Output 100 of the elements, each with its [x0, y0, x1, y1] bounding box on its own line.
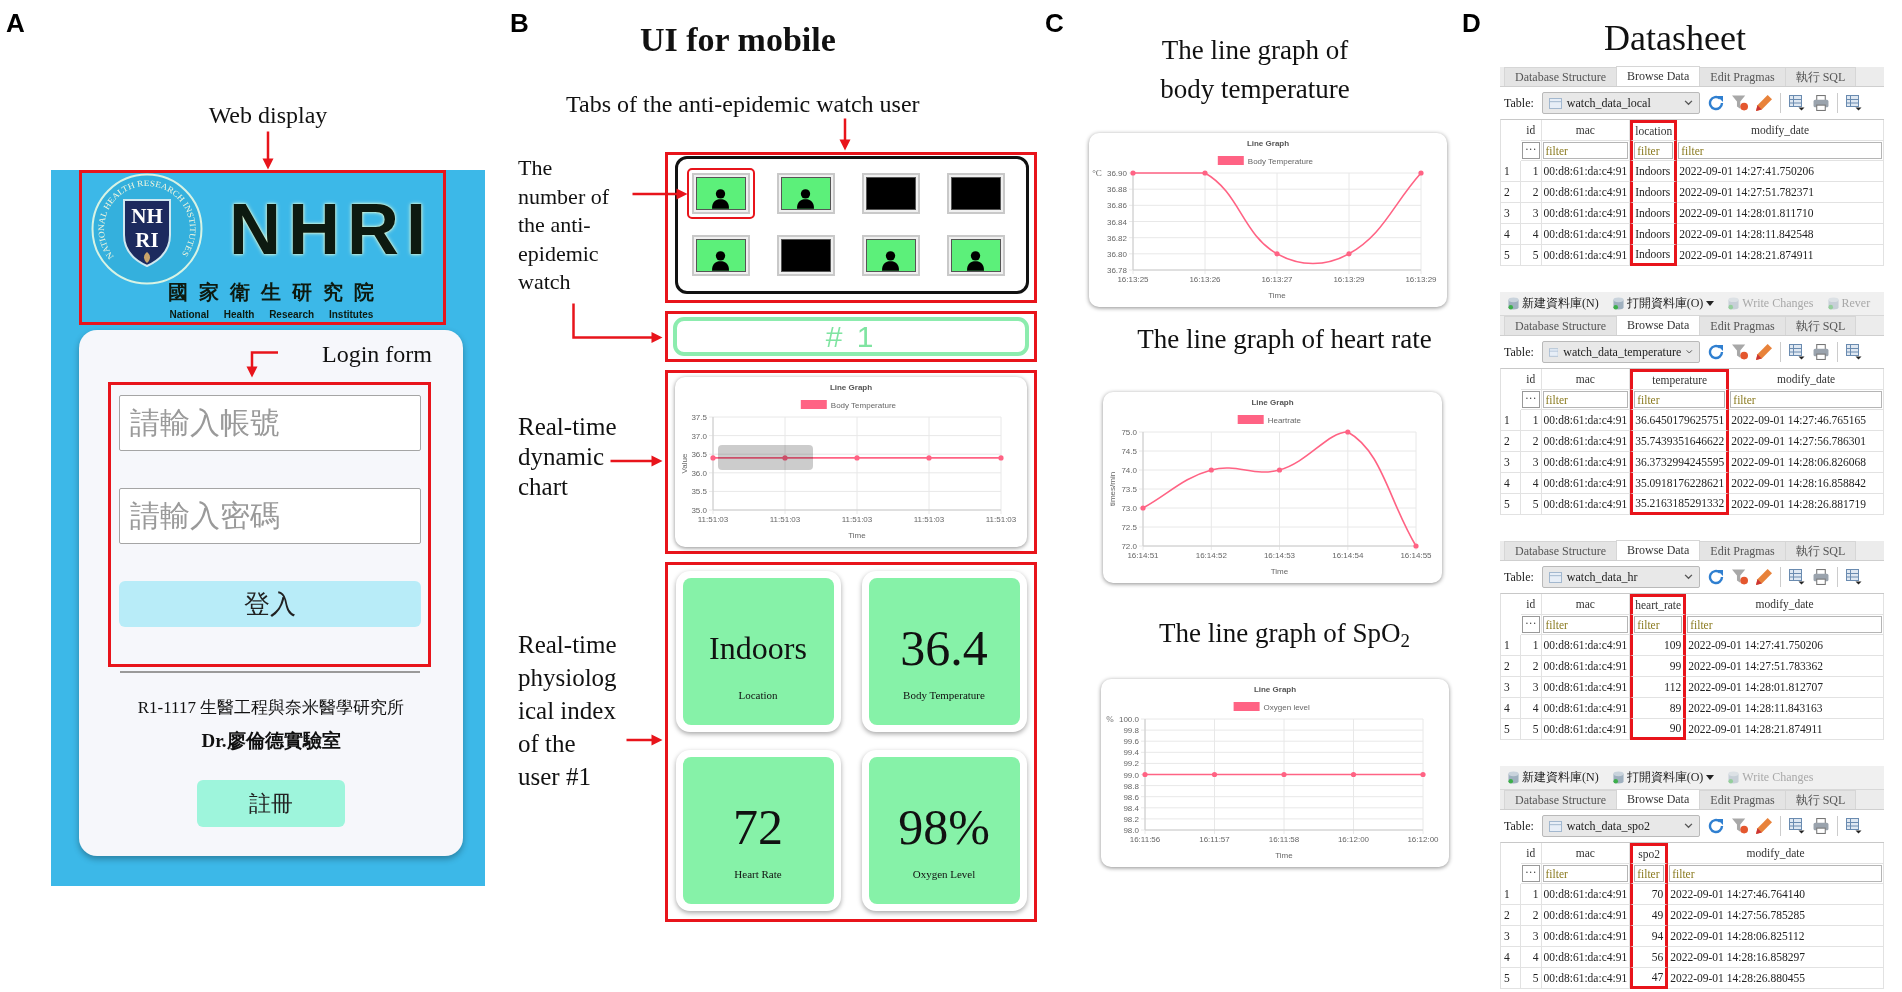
menu-button[interactable]: 打開資料庫(O)	[1612, 295, 1715, 312]
account-field[interactable]: 請輸入帳號	[119, 395, 421, 451]
filter-field[interactable]: filter	[1634, 616, 1683, 633]
table-cell: 2022-09-01 14:28:01.812707	[1686, 677, 1884, 698]
login-button[interactable]: 登入	[119, 581, 421, 627]
pencil-icon[interactable]	[1755, 569, 1772, 585]
tab[interactable]: Database Structure	[1504, 790, 1617, 809]
funnel-icon[interactable]	[1731, 95, 1748, 111]
column-header[interactable]: id	[1521, 369, 1542, 390]
column-header[interactable]: modify_date	[1668, 843, 1884, 864]
tab[interactable]: Browse Data	[1615, 315, 1701, 335]
register-button[interactable]: 註冊	[197, 780, 345, 827]
refresh-icon[interactable]	[1707, 569, 1724, 585]
database-icon	[1612, 297, 1624, 310]
column-header[interactable]: modify_date	[1686, 594, 1884, 615]
filter-field[interactable]: filter	[1542, 865, 1629, 882]
printer-icon[interactable]	[1812, 95, 1829, 111]
column-header[interactable]: mac	[1541, 120, 1631, 141]
sheet-icon[interactable]	[1788, 344, 1805, 360]
column-header[interactable]: mac	[1541, 369, 1631, 390]
row-number: 5	[1501, 719, 1521, 740]
filter-menu-button[interactable]: ···	[1522, 616, 1540, 633]
tab[interactable]: Edit Pragmas	[1699, 316, 1786, 335]
pencil-icon[interactable]	[1755, 344, 1772, 360]
tab[interactable]: Edit Pragmas	[1699, 541, 1786, 560]
sheet-icon[interactable]	[1845, 95, 1862, 111]
tab[interactable]: Database Structure	[1504, 316, 1617, 335]
table-dropdown[interactable]: watch_data_hr	[1541, 566, 1700, 588]
data-point	[1346, 251, 1352, 257]
row-number: 2	[1501, 905, 1521, 926]
caption: Real-time dynamic chart	[518, 412, 618, 502]
metric-label: Heart Rate	[734, 868, 782, 881]
column-header[interactable]: mac	[1541, 843, 1631, 864]
filter-menu-button[interactable]: ···	[1522, 865, 1540, 882]
pencil-icon[interactable]	[1755, 95, 1772, 111]
password-field[interactable]: 請輸入密碼	[119, 488, 421, 544]
tab[interactable]: Edit Pragmas	[1699, 790, 1786, 809]
tab[interactable]: Edit Pragmas	[1699, 67, 1786, 86]
sheet-icon[interactable]	[1788, 95, 1805, 111]
tab[interactable]: Database Structure	[1504, 67, 1617, 86]
table-dropdown[interactable]: watch_data_local	[1541, 92, 1700, 114]
filter-menu-button[interactable]: ···	[1522, 391, 1540, 408]
chart-title: Line Graph	[1253, 685, 1297, 694]
sheet-icon[interactable]	[1845, 818, 1862, 834]
column-header[interactable]: id	[1521, 843, 1542, 864]
logo-text: NHRI	[229, 189, 433, 269]
column-header[interactable]: mac	[1541, 594, 1631, 615]
row-number: 2	[1501, 656, 1521, 677]
sheet-icon[interactable]	[1845, 344, 1862, 360]
sheet-icon[interactable]	[1788, 569, 1805, 585]
refresh-icon[interactable]	[1707, 344, 1724, 360]
tab[interactable]: Database Structure	[1504, 541, 1617, 560]
filter-field[interactable]: filter	[1687, 616, 1882, 633]
axis-tick-label: 36.88	[1106, 185, 1127, 195]
printer-icon[interactable]	[1812, 818, 1829, 834]
filter-field[interactable]: filter	[1634, 865, 1665, 882]
table-cell: 00:d8:61:da:c4:91	[1541, 182, 1631, 203]
tab[interactable]: Browse Data	[1615, 540, 1701, 560]
table-cell: 35.7439351646622	[1630, 431, 1730, 452]
printer-icon[interactable]	[1812, 344, 1829, 360]
filter-field[interactable]: filter	[1542, 391, 1629, 408]
refresh-icon[interactable]	[1707, 95, 1724, 111]
filter-field[interactable]: filter	[1542, 616, 1629, 633]
tab[interactable]: Browse Data	[1615, 66, 1701, 86]
table-dropdown[interactable]: watch_data_spo2	[1541, 815, 1700, 837]
data-point	[854, 455, 860, 461]
filter-field[interactable]: filter	[1669, 865, 1882, 882]
filter-field[interactable]: filter	[1634, 391, 1726, 408]
tab[interactable]: 執行 SQL	[1784, 541, 1857, 560]
database-icon	[1728, 297, 1740, 310]
filter-field[interactable]: filter	[1730, 391, 1882, 408]
menu-button[interactable]: 打開資料庫(O)	[1612, 769, 1715, 786]
sheet-icon[interactable]	[1845, 569, 1862, 585]
tab[interactable]: 執行 SQL	[1784, 790, 1857, 809]
row-number: 1	[1501, 884, 1521, 905]
column-header[interactable]: id	[1521, 594, 1542, 615]
pencil-icon[interactable]	[1755, 818, 1772, 834]
filter-field[interactable]: filter	[1678, 142, 1882, 159]
table-cell: 00:d8:61:da:c4:91	[1541, 677, 1631, 698]
sheet-icon[interactable]	[1788, 818, 1805, 834]
funnel-icon[interactable]	[1731, 569, 1748, 585]
menu-button[interactable]: 新建資料庫(N)	[1508, 295, 1599, 312]
printer-icon[interactable]	[1812, 569, 1829, 585]
column-header[interactable]: modify_date	[1677, 120, 1884, 141]
table-cell: 35.2163185291332	[1630, 494, 1730, 515]
filter-field[interactable]: filter	[1634, 142, 1674, 159]
refresh-icon[interactable]	[1707, 818, 1724, 834]
tab[interactable]: 執行 SQL	[1784, 67, 1857, 86]
table-cell: 94	[1630, 926, 1669, 947]
menu-button[interactable]: 新建資料庫(N)	[1508, 769, 1599, 786]
funnel-icon[interactable]	[1731, 818, 1748, 834]
column-header[interactable]: modify_date	[1729, 369, 1884, 390]
table-dropdown[interactable]: watch_data_temperature	[1541, 341, 1700, 363]
tab[interactable]: 執行 SQL	[1784, 316, 1857, 335]
tab[interactable]: Browse Data	[1615, 789, 1701, 809]
watch-tile[interactable]	[686, 167, 755, 219]
funnel-icon[interactable]	[1731, 344, 1748, 360]
filter-field[interactable]: filter	[1542, 142, 1629, 159]
filter-menu-button[interactable]: ···	[1522, 142, 1540, 159]
column-header[interactable]: id	[1521, 120, 1542, 141]
